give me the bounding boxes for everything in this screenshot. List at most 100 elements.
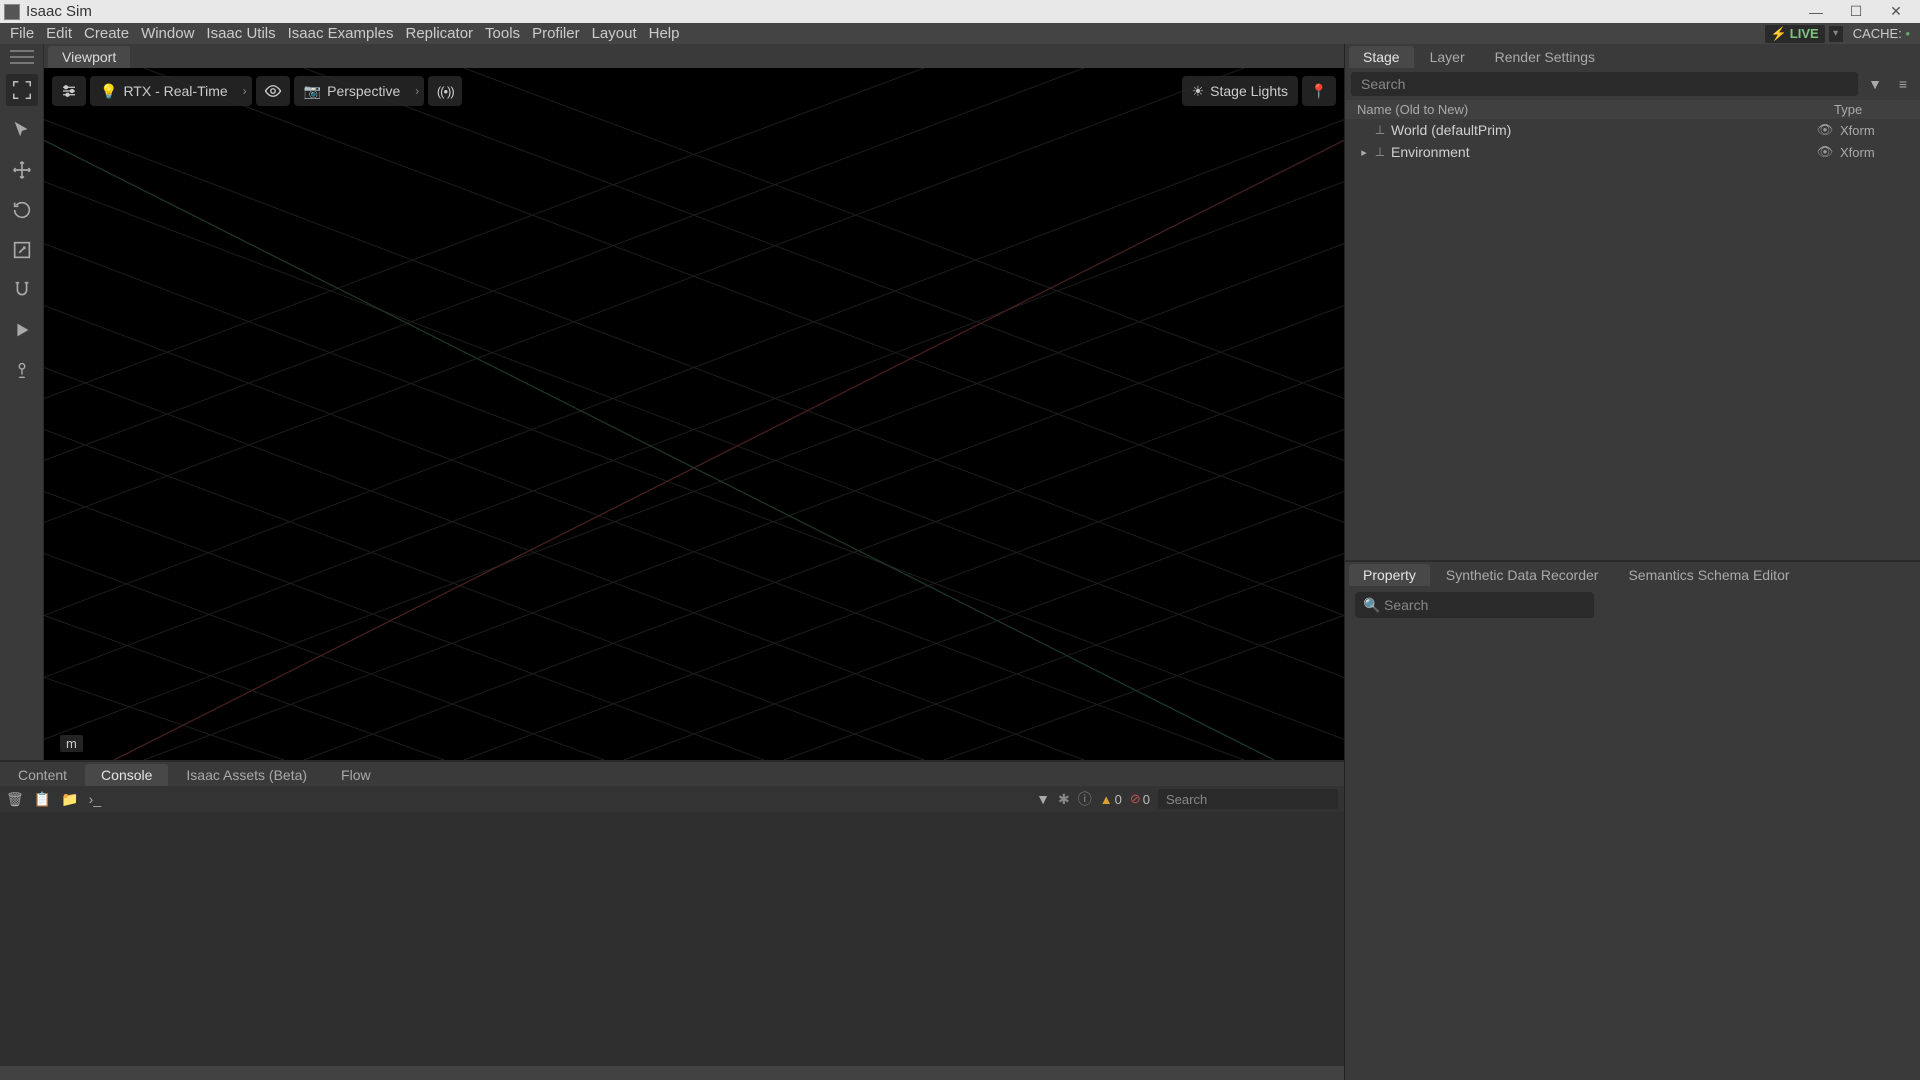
tree-label: Environment [1389, 144, 1810, 160]
visibility-icon[interactable]: 👁 [1810, 122, 1840, 138]
tool-physics[interactable] [6, 354, 38, 386]
menu-window[interactable]: Window [135, 23, 200, 44]
tab-viewport[interactable]: Viewport [48, 46, 130, 68]
minimize-button[interactable]: — [1796, 0, 1836, 23]
hamburger-icon[interactable] [6, 48, 38, 66]
warning-count-value: 0 [1115, 792, 1122, 807]
info-icon[interactable]: ⓘ [1078, 789, 1092, 809]
error-icon: ⊘ [1130, 791, 1141, 807]
tool-play[interactable] [6, 314, 38, 346]
stage-options-icon[interactable]: ≡ [1892, 73, 1914, 95]
menu-bar: File Edit Create Window Isaac Utils Isaa… [0, 23, 1920, 44]
tool-move[interactable] [6, 154, 38, 186]
tree-row-world[interactable]: ⟂ World (defaultPrim) 👁 Xform [1345, 119, 1920, 141]
tab-console[interactable]: Console [85, 764, 168, 786]
property-panel: Property Synthetic Data Recorder Semanti… [1345, 560, 1920, 1080]
menu-profiler[interactable]: Profiler [526, 23, 586, 44]
search-icon: 🔍 [1363, 597, 1380, 614]
left-toolbar [0, 44, 44, 760]
units-label: m [60, 735, 83, 752]
grid-canvas [44, 68, 1344, 760]
stage-search[interactable] [1351, 72, 1858, 96]
tab-semantics[interactable]: Semantics Schema Editor [1614, 564, 1803, 586]
live-status[interactable]: ⚡ LIVE [1765, 25, 1825, 43]
tab-synthetic-data[interactable]: Synthetic Data Recorder [1432, 564, 1613, 586]
camera-label: Perspective [327, 83, 400, 99]
warning-icon: ▲ [1100, 792, 1113, 807]
tab-render-settings[interactable]: Render Settings [1481, 46, 1609, 68]
tool-scale[interactable] [6, 234, 38, 266]
right-bottom-tabs: Property Synthetic Data Recorder Semanti… [1345, 562, 1920, 586]
tool-snap[interactable] [6, 274, 38, 306]
warning-count[interactable]: ▲ 0 [1100, 792, 1122, 807]
live-dropdown[interactable]: ▾ [1829, 26, 1843, 42]
menu-layout[interactable]: Layout [586, 23, 643, 44]
stage-header-vis [1804, 102, 1834, 117]
stage-lights-label: Stage Lights [1210, 83, 1288, 99]
xform-icon: ⟂ [1371, 144, 1389, 160]
pin-marker-icon[interactable]: 📍 [1302, 76, 1336, 106]
tree-type: Xform [1840, 145, 1920, 160]
close-button[interactable]: ✕ [1876, 0, 1916, 23]
error-count-value: 0 [1143, 792, 1150, 807]
tab-layer[interactable]: Layer [1416, 46, 1479, 68]
stage-header-name: Name (Old to New) [1357, 102, 1804, 117]
menu-replicator[interactable]: Replicator [400, 23, 480, 44]
menu-create[interactable]: Create [78, 23, 135, 44]
tool-rotate[interactable] [6, 194, 38, 226]
tab-content[interactable]: Content [2, 764, 83, 786]
console-open-icon[interactable]: 📁 [61, 791, 78, 808]
render-mode-chevron[interactable]: › [238, 76, 252, 106]
app-icon [4, 4, 20, 20]
tool-frame[interactable] [6, 74, 38, 106]
tab-property[interactable]: Property [1349, 564, 1430, 586]
menu-edit[interactable]: Edit [40, 23, 78, 44]
console-copy-icon[interactable]: 📋 [34, 791, 51, 808]
stage-filter-icon[interactable]: ▼ [1864, 73, 1886, 95]
menu-tools[interactable]: Tools [479, 23, 526, 44]
menu-isaac-utils[interactable]: Isaac Utils [200, 23, 281, 44]
xform-icon: ⟂ [1371, 122, 1389, 138]
tab-stage[interactable]: Stage [1349, 46, 1414, 68]
tab-flow[interactable]: Flow [325, 764, 387, 786]
audio-toggle[interactable]: ((•)) [428, 76, 462, 106]
verbose-icon[interactable]: ✱ [1058, 791, 1070, 808]
menu-file[interactable]: File [4, 23, 40, 44]
visibility-icon[interactable]: 👁 [1810, 144, 1840, 160]
stage-tree[interactable]: ⟂ World (defaultPrim) 👁 Xform ▸ ⟂ Enviro… [1345, 119, 1920, 560]
cache-label: CACHE: [1853, 26, 1902, 41]
render-mode-selector[interactable]: 💡 RTX - Real-Time [90, 76, 238, 106]
viewport-canvas[interactable]: 💡 RTX - Real-Time › 📷 Perspective [44, 68, 1344, 760]
cache-status[interactable]: CACHE: • [1847, 25, 1916, 42]
camera-selector[interactable]: 📷 Perspective [294, 76, 411, 106]
camera-chevron[interactable]: › [410, 76, 424, 106]
render-mode-label: RTX - Real-Time [123, 83, 227, 99]
tool-select[interactable] [6, 114, 38, 146]
tree-label: World (defaultPrim) [1389, 122, 1810, 138]
console-search[interactable] [1158, 789, 1338, 809]
lightbulb-icon: 💡 [100, 83, 117, 100]
stage-header[interactable]: Name (Old to New) Type [1345, 100, 1920, 119]
bottom-tabs: Content Console Isaac Assets (Beta) Flow [0, 762, 1344, 786]
menu-help[interactable]: Help [643, 23, 686, 44]
live-label: LIVE [1790, 26, 1819, 41]
stage-lights-selector[interactable]: ☀ Stage Lights [1182, 76, 1298, 106]
tree-type: Xform [1840, 123, 1920, 138]
tab-isaac-assets[interactable]: Isaac Assets (Beta) [170, 764, 323, 786]
expander-icon[interactable]: ▸ [1357, 146, 1371, 159]
error-count[interactable]: ⊘ 0 [1130, 791, 1150, 807]
visibility-toggle[interactable] [256, 76, 290, 106]
maximize-button[interactable]: ☐ [1836, 0, 1876, 23]
tree-row-environment[interactable]: ▸ ⟂ Environment 👁 Xform [1345, 141, 1920, 163]
stage-header-type: Type [1834, 102, 1914, 117]
console-output[interactable] [0, 812, 1344, 1066]
menu-isaac-examples[interactable]: Isaac Examples [282, 23, 400, 44]
viewport-settings-icon[interactable] [52, 76, 86, 106]
console-clear-icon[interactable]: 🗑 [6, 791, 24, 808]
filter-icon[interactable]: ▼ [1036, 791, 1050, 807]
property-body [1345, 624, 1920, 1080]
console-toolbar: 🗑 📋 📁 ›_ ▼ ✱ ⓘ ▲ 0 ⊘ 0 [0, 786, 1344, 812]
console-prompt-icon[interactable]: ›_ [89, 791, 101, 808]
title-bar: Isaac Sim — ☐ ✕ [0, 0, 1920, 23]
property-search[interactable] [1355, 592, 1594, 618]
